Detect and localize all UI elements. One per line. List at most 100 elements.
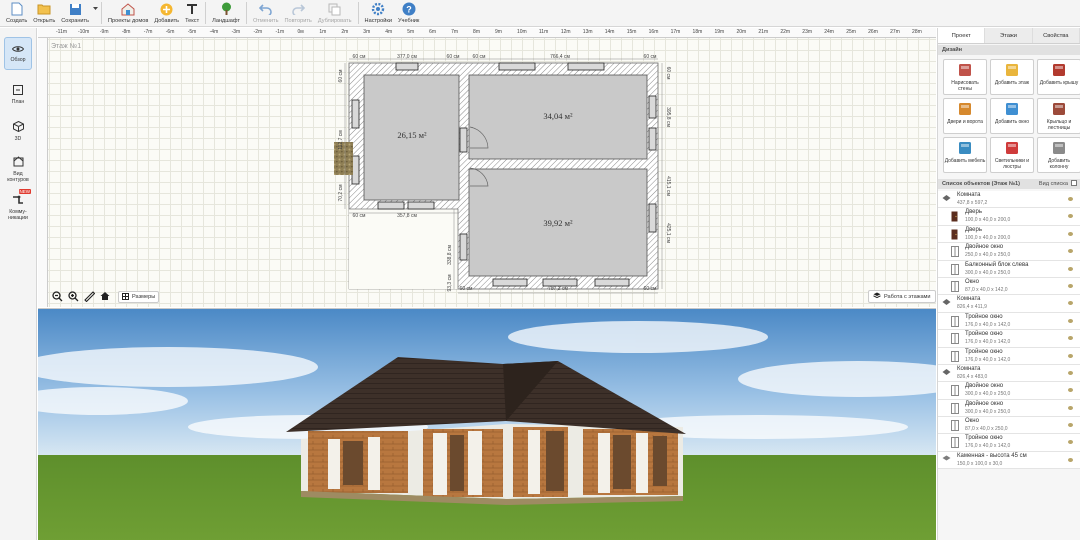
object-list-item[interactable]: Тройное окно 176,0 x 40,0 x 142,0 [938,330,1080,348]
dim-label: 60 см [644,54,657,60]
measure-button[interactable] [82,290,96,304]
object-list-item[interactable]: Дверь 100,0 x 40,0 x 200,0 [938,225,1080,244]
settings-button[interactable]: Настройки [362,0,395,26]
dim-label: 60 см [353,54,366,60]
visibility-icon[interactable] [1068,353,1073,358]
object-list-item[interactable]: Комната 826,4 x 411,9 [938,295,1080,313]
tutorial-button[interactable]: ? Учебник [395,0,422,26]
dim-label: 70,2 см [338,184,344,202]
view-3d-canvas[interactable] [38,308,936,540]
contour-icon [13,156,24,169]
floors-label: Работа с этажами [884,293,931,300]
duplicate-button[interactable]: Дублировать [315,0,355,26]
projects-button[interactable]: Проекты домов [105,0,151,26]
add-label: Добавить [154,18,180,24]
pipes-icon [12,195,24,207]
text-button[interactable]: Текст [182,0,202,26]
floor-plan-canvas[interactable]: 26,15 м² 34,04 м² 39,92 м² 377,0 см 60 с… [38,28,936,307]
visibility-icon[interactable] [1068,283,1073,288]
visibility-icon[interactable] [1068,318,1073,323]
save-dropdown[interactable] [92,0,98,26]
open-button[interactable]: Открыть [30,0,58,26]
ruler-tick: 15m [626,29,637,35]
visibility-icon[interactable] [1068,423,1073,428]
ruler-tick: 7m [451,29,459,35]
visibility-icon[interactable] [1068,266,1073,271]
object-list-item[interactable]: Комната 826,4 x 483,0 [938,364,1080,383]
visibility-icon[interactable] [1068,231,1073,236]
zoom-in-button[interactable] [66,290,80,304]
visibility-icon[interactable] [1068,457,1073,462]
design-tile[interactable]: Добавить крышу [1037,59,1080,95]
list-view-toggle[interactable]: Вид списка [1039,180,1077,188]
create-button[interactable]: Создать [3,0,30,26]
ruler-tick: -3m [231,29,241,35]
object-name: Дверь [965,209,982,216]
floors-button[interactable]: Работа с этажами [868,290,936,303]
dimensions-toggle[interactable]: Размеры [118,291,160,303]
ruler-tick: 17m [670,29,681,35]
design-header-label: Дизайн [942,47,963,53]
visibility-icon[interactable] [1068,214,1073,219]
object-list-item[interactable]: Двойное окно 250,0 x 40,0 x 250,0 [938,243,1080,261]
ruler-tick: 16m [648,29,659,35]
design-tile[interactable]: Двери и ворота [943,98,987,134]
object-list-item[interactable]: Окно 87,0 x 40,0 x 250,0 [938,417,1080,435]
visibility-icon[interactable] [1068,440,1073,445]
design-tile[interactable]: Добавить колонну [1037,137,1080,173]
object-list-item[interactable]: Тройное окно 176,0 x 40,0 x 142,0 [938,312,1080,331]
design-tile[interactable]: Светильники и люстры [990,137,1034,173]
visibility-icon[interactable] [1068,388,1073,393]
object-list-item[interactable]: Тройное окно 176,0 x 40,0 x 142,0 [938,347,1080,365]
home-view-button[interactable] [98,290,112,304]
nav-plan[interactable]: План [4,78,32,111]
nav-3d[interactable]: 3D [4,115,32,148]
object-list-item[interactable]: Двойное окно 300,0 x 40,0 x 250,0 [938,399,1080,418]
redo-button[interactable]: Повторить [282,0,315,26]
toolbar-divider [357,2,359,24]
add-button[interactable]: Добавить [151,0,182,26]
visibility-icon[interactable] [1068,301,1073,306]
design-tile[interactable]: Крыльцо и лестницы [1037,98,1080,134]
visibility-icon[interactable] [1068,405,1073,410]
nav-overview[interactable]: Обзор [4,37,32,70]
tab-floors[interactable]: Этажи [985,28,1033,43]
save-button[interactable]: Сохранить [58,0,92,26]
object-size: 87,0 x 40,0 x 250,0 [965,426,1008,433]
object-list-item[interactable]: Комната 437,8 x 597,2 [938,191,1080,209]
tab-project[interactable]: Проект [938,28,986,43]
object-list-item[interactable]: Балконный блок слева 300,0 x 40,0 x 250,0 [938,260,1080,278]
design-tile[interactable]: Нарисовать стены [943,59,987,95]
ruler-icon [83,290,95,304]
view-sidebar: Обзор План 3D Вид контуров NEW Комму-ник… [0,28,37,540]
tab-properties[interactable]: Свойства [1032,28,1080,43]
design-tile-label: Добавить мебель [944,158,986,164]
object-size: 100,0 x 40,0 x 200,0 [965,234,1011,241]
design-tile[interactable]: Добавить этаж [990,59,1034,95]
visibility-icon[interactable] [1068,249,1073,254]
object-list-item[interactable]: Окно 87,0 x 40,0 x 142,0 [938,277,1080,296]
object-list-item[interactable]: Тройное окно 176,0 x 40,0 x 142,0 [938,434,1080,452]
nav-contours[interactable]: Вид контуров [4,153,32,186]
visibility-icon[interactable] [1068,197,1073,201]
visibility-icon[interactable] [1068,336,1073,341]
object-name: Тройное окно [965,331,1003,338]
object-list-item[interactable]: Двойное окно 300,0 x 40,0 x 250,0 [938,382,1080,400]
nav-communications[interactable]: NEW Комму-никации [4,189,32,224]
design-tile[interactable]: Добавить мебель [943,137,987,173]
design-tile[interactable]: Добавить окно [990,98,1034,134]
design-tile-label: Светильники и люстры [994,158,1030,170]
landscape-button[interactable]: Ландшафт [209,0,243,26]
cube-icon [12,120,24,134]
nav-communications-label: Комму-никации [8,208,28,221]
undo-button[interactable]: Отменить [250,0,282,26]
object-list-item[interactable]: Каменная - высота 45 см 150,0 x 100,0 x 3… [938,451,1080,470]
undo-icon [259,2,273,16]
object-list-item[interactable]: Дверь 100,0 x 40,0 x 200,0 [938,208,1080,226]
ruler-tick: 22m [780,29,791,35]
design-tile-icon [1004,63,1020,79]
visibility-icon[interactable] [1068,370,1073,375]
object-size: 176,0 x 40,0 x 142,0 [965,443,1011,450]
layers-icon [873,292,881,301]
zoom-out-button[interactable] [50,290,64,304]
